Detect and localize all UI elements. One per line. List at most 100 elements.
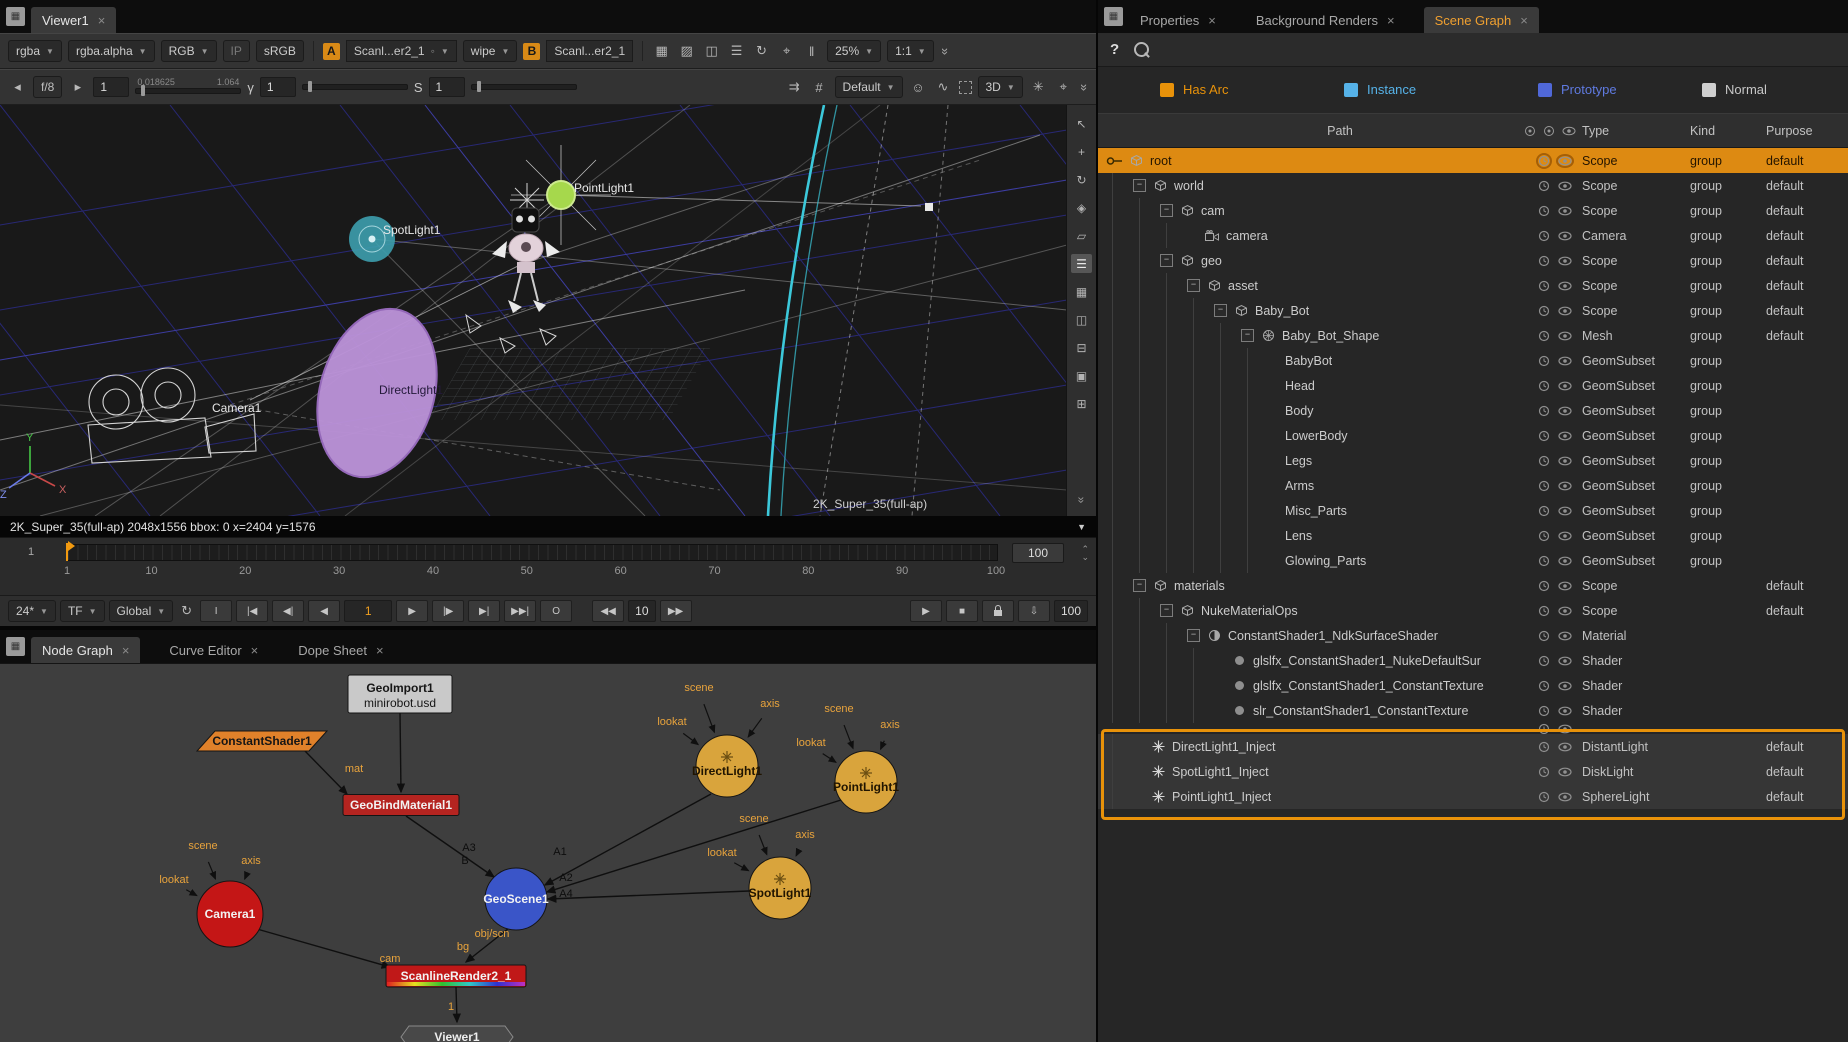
- translate-tool-icon[interactable]: +: [1071, 142, 1092, 161]
- skew-tool-icon[interactable]: ▱: [1071, 226, 1092, 245]
- scene-row-Head[interactable]: HeadGeomSubsetgroup: [1098, 373, 1848, 398]
- select-tool-icon[interactable]: ↖: [1071, 114, 1092, 133]
- fullframe-icon[interactable]: ■: [946, 600, 978, 622]
- node-pipe[interactable]: [305, 751, 347, 794]
- visibility-icon[interactable]: [1558, 381, 1572, 391]
- split-vertical-icon[interactable]: ⊟: [1071, 338, 1092, 357]
- close-icon[interactable]: ×: [1208, 13, 1216, 28]
- visibility-icon[interactable]: [1558, 181, 1572, 191]
- deactivate-icon[interactable]: [1538, 230, 1550, 242]
- checkerboard-icon[interactable]: ▦: [652, 43, 671, 59]
- scene-row-PointLight1_Inject[interactable]: PointLight1_InjectSphereLightdefault: [1098, 784, 1848, 809]
- single-view-icon[interactable]: ▣: [1071, 366, 1092, 385]
- step-forward-button[interactable]: |▶: [432, 600, 464, 622]
- port-pipe[interactable]: [245, 877, 246, 879]
- port-pipe[interactable]: [881, 741, 885, 749]
- scene-row-ConstantShader1_NdkSurfaceShader[interactable]: −ConstantShader1_NdkSurfaceShaderMateria…: [1098, 623, 1848, 648]
- scene-row-world[interactable]: −worldScopegroupdefault: [1098, 173, 1848, 198]
- visibility-icon[interactable]: [1558, 631, 1572, 641]
- scene-row-glslfx_ConstantShader1_ConstantTexture[interactable]: glslfx_ConstantShader1_ConstantTextureSh…: [1098, 673, 1848, 698]
- collapse-icon[interactable]: −: [1241, 329, 1254, 342]
- node-graph[interactable]: sceneaxislookatsceneaxislookatsceneaxisl…: [0, 663, 1096, 1042]
- flipbook-icon[interactable]: ▶: [910, 600, 942, 622]
- deactivate-icon[interactable]: [1538, 655, 1550, 667]
- playhead[interactable]: [66, 543, 68, 561]
- gain-slider[interactable]: [135, 88, 241, 94]
- deactivate-icon[interactable]: [1538, 255, 1550, 267]
- panel-menu-icon[interactable]: ▦: [6, 7, 25, 26]
- input-process-button[interactable]: IP: [223, 40, 250, 62]
- deactivate-icon[interactable]: [1538, 723, 1550, 734]
- scene-row-camera[interactable]: cameraCameragroupdefault: [1098, 223, 1848, 248]
- pause-icon[interactable]: ‖: [802, 44, 821, 59]
- visibility-icon[interactable]: [1558, 706, 1572, 716]
- tab-viewer1[interactable]: Viewer1 ×: [31, 7, 116, 33]
- viewer-lut-dropdown[interactable]: sRGB: [256, 40, 304, 62]
- frame-range-dropdown[interactable]: Global▼: [109, 600, 174, 622]
- display-channel-dropdown[interactable]: RGB▼: [161, 40, 217, 62]
- scene-row-Baby_Bot_Shape[interactable]: −Baby_Bot_ShapeMeshgroupdefault: [1098, 323, 1848, 348]
- port-pipe[interactable]: [208, 862, 215, 879]
- scale-tool-icon[interactable]: ◈: [1071, 198, 1092, 217]
- view-mode-dropdown[interactable]: 3D▼: [978, 76, 1023, 98]
- roi-icon[interactable]: ⌖: [777, 43, 796, 59]
- close-icon[interactable]: ×: [1387, 13, 1395, 28]
- scene-row-asset[interactable]: −assetScopegroupdefault: [1098, 273, 1848, 298]
- goto-end-button[interactable]: ▶▶|: [504, 600, 536, 622]
- clip-warning-icon[interactable]: ⇉: [785, 79, 804, 95]
- input-b-badge[interactable]: B: [523, 43, 540, 60]
- visibility-icon[interactable]: [1558, 256, 1572, 266]
- gamma-input[interactable]: 1: [260, 77, 296, 97]
- skip-forward-button[interactable]: ▶▶: [660, 600, 692, 622]
- visibility-icon[interactable]: [1558, 531, 1572, 541]
- deactivate-icon[interactable]: [1538, 555, 1550, 567]
- collapse-icon[interactable]: −: [1214, 304, 1227, 317]
- collapse-icon[interactable]: −: [1160, 604, 1173, 617]
- step-back-button[interactable]: ◀: [308, 600, 340, 622]
- range-end-field2[interactable]: 100: [1054, 600, 1088, 622]
- rotate-tool-icon[interactable]: ↻: [1071, 170, 1092, 189]
- node-pipe[interactable]: [456, 987, 457, 1022]
- scene-row-materials[interactable]: −materialsScopedefault: [1098, 573, 1848, 598]
- deactivate-icon[interactable]: [1538, 480, 1550, 492]
- node-pipe[interactable]: [548, 891, 749, 899]
- tab-curve-editor[interactable]: Curve Editor ×: [158, 637, 269, 663]
- close-icon[interactable]: ×: [376, 643, 384, 658]
- scene-row-BabyBot[interactable]: BabyBotGeomSubsetgroup: [1098, 348, 1848, 373]
- deactivate-icon[interactable]: [1538, 380, 1550, 392]
- panel-menu-icon[interactable]: ▦: [6, 637, 25, 656]
- visibility-icon[interactable]: [1558, 481, 1572, 491]
- visibility-icon[interactable]: [1558, 606, 1572, 616]
- play-forward-button[interactable]: ▶: [396, 600, 428, 622]
- fps-dropdown[interactable]: 24*▼: [8, 600, 56, 622]
- saturation-slider[interactable]: [471, 84, 577, 90]
- visibility-icon[interactable]: [1558, 581, 1572, 591]
- prev-fstop-icon[interactable]: ◂: [8, 79, 27, 95]
- waveform-icon[interactable]: ∿: [934, 79, 953, 95]
- scene-row-Legs[interactable]: LegsGeomSubsetgroup: [1098, 448, 1848, 473]
- split-horizontal-icon[interactable]: ◫: [1071, 310, 1092, 329]
- cache-icon[interactable]: ⇩: [1018, 600, 1050, 622]
- scene-row-cam[interactable]: −camScopegroupdefault: [1098, 198, 1848, 223]
- scene-row-NukeMaterialOps[interactable]: −NukeMaterialOpsScopedefault: [1098, 598, 1848, 623]
- next-fstop-icon[interactable]: ▸: [68, 79, 87, 95]
- close-icon[interactable]: ×: [1520, 13, 1528, 28]
- deactivate-icon[interactable]: [1538, 766, 1550, 778]
- deactivate-icon[interactable]: [1538, 705, 1550, 717]
- timeline-expand-icon[interactable]: ⌃⌄: [1081, 545, 1089, 561]
- visibility-icon[interactable]: [1558, 431, 1572, 441]
- deactivate-icon[interactable]: [1538, 455, 1550, 467]
- deactivate-icon[interactable]: [1538, 605, 1550, 617]
- refresh-icon[interactable]: ↻: [752, 43, 771, 59]
- lock-range-icon[interactable]: [982, 600, 1014, 622]
- deactivate-icon[interactable]: [1538, 205, 1550, 217]
- tab-dope-sheet[interactable]: Dope Sheet ×: [287, 637, 394, 663]
- visibility-icon[interactable]: [1558, 406, 1572, 416]
- zoom-dropdown[interactable]: 25%▼: [827, 40, 881, 62]
- port-pipe[interactable]: [186, 890, 197, 896]
- proxy-ratio-dropdown[interactable]: 1:1▼: [887, 40, 934, 62]
- visibility-icon[interactable]: [1558, 506, 1572, 516]
- search-icon[interactable]: [1134, 42, 1149, 57]
- menu-icon[interactable]: ☰: [727, 43, 746, 59]
- visibility-icon[interactable]: [1558, 681, 1572, 691]
